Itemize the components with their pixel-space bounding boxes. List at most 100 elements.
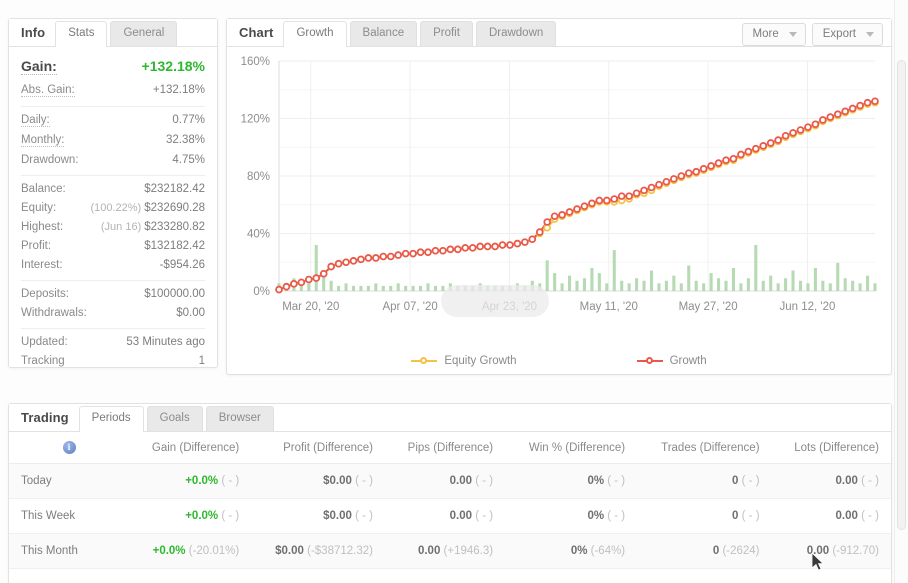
cell-difference: ( - ) <box>218 475 240 487</box>
info-label-highest: Highest: <box>21 221 64 233</box>
info-value-tracking: 1 <box>198 355 205 367</box>
svg-text:May 11, '20: May 11, '20 <box>580 301 638 313</box>
table-cell: 0.00 (-912.70) <box>771 533 891 569</box>
cell-value: 0.00 <box>835 510 858 522</box>
page-scrollbar-thumb[interactable] <box>897 60 906 530</box>
cell-difference: ( - ) <box>351 475 373 487</box>
table-cell: 0% (-64%) <box>505 533 638 569</box>
trading-panel: Trading Periods Goals Browser i Gain (Di… <box>8 403 892 583</box>
divider <box>21 280 205 281</box>
legend-swatch-equity-growth <box>411 356 438 366</box>
info-row-equity: Equity: (100.22%) $232690.28 <box>21 199 205 218</box>
svg-text:Apr 07, '20: Apr 07, '20 <box>382 301 437 313</box>
export-button-label: Export <box>822 28 856 40</box>
info-label-balance: Balance: <box>21 183 66 195</box>
trading-panel-title: Trading <box>21 410 69 425</box>
info-row-interest: Interest: -$954.26 <box>21 256 205 275</box>
svg-text:40%: 40% <box>247 229 270 241</box>
table-cell: +0.0% ( - ) <box>129 498 252 534</box>
col-lots[interactable]: Lots (Difference) <box>771 432 891 464</box>
export-button[interactable]: Export <box>811 23 883 46</box>
table-cell: 0% ( - ) <box>505 498 638 534</box>
tab-browser[interactable]: Browser <box>205 406 274 431</box>
table-cell-period: This Month <box>9 533 129 569</box>
table-cell: 0 ( - ) <box>637 463 772 499</box>
table-cell: $0.00 ( - ) <box>251 498 385 534</box>
info-label-abs-gain: Abs. Gain: <box>21 84 75 97</box>
info-value-balance: $232182.42 <box>144 183 205 195</box>
table-row[interactable]: Today +0.0% ( - ) $0.00 ( - ) 0.00 ( - ) 0% … <box>9 463 891 499</box>
growth-chart[interactable]: 0%40%80%120%160%Mar 20, '20Apr 07, '20Ap… <box>227 47 891 375</box>
info-value-daily: 0.77% <box>172 114 205 126</box>
cell-value: $0.00 <box>275 545 304 557</box>
cell-difference: ( - ) <box>738 475 760 487</box>
table-row[interactable]: This Week +0.0% ( - ) $0.00 ( - ) 0.00 ( - … <box>9 498 891 534</box>
col-profit[interactable]: Profit (Difference) <box>251 432 385 464</box>
col-trades[interactable]: Trades (Difference) <box>637 432 772 464</box>
info-row-deposits: Deposits: $100000.00 <box>21 285 205 304</box>
info-row-daily: Daily: 0.77% <box>21 111 205 131</box>
chevron-down-icon <box>866 32 874 37</box>
cell-difference: ( - ) <box>857 510 879 522</box>
chart-actions: More Export <box>741 23 883 46</box>
col-pips[interactable]: Pips (Difference) <box>384 432 506 464</box>
cell-value: 0% <box>570 545 588 557</box>
cell-difference: ( - ) <box>738 510 760 522</box>
more-button[interactable]: More <box>741 23 806 46</box>
cell-difference: ( - ) <box>351 510 373 522</box>
col-gain[interactable]: Gain (Difference) <box>129 432 252 464</box>
table-cell: 0.00 ( - ) <box>771 463 891 499</box>
table-cell: 0 (-2624) <box>637 533 772 569</box>
tab-balance[interactable]: Balance <box>349 21 418 46</box>
divider <box>21 328 205 329</box>
info-row-gain: Gain: +132.18% <box>21 53 205 81</box>
cell-value: $0.00 <box>323 510 352 522</box>
info-panel-title: Info <box>21 25 46 40</box>
trading-tabbar: Trading Periods Goals Browser <box>9 404 891 432</box>
svg-text:120%: 120% <box>241 114 270 126</box>
legend-item-growth[interactable]: Growth <box>636 355 707 367</box>
tab-general[interactable]: General <box>110 21 178 46</box>
divider <box>21 175 205 176</box>
col-win-pct[interactable]: Win % (Difference) <box>505 432 638 464</box>
tab-growth[interactable]: Growth <box>283 21 347 47</box>
info-value-drawdown: 4.75% <box>172 154 205 166</box>
info-label-gain: Gain: <box>21 58 57 75</box>
info-row-tracking: Tracking 1 <box>21 352 205 371</box>
cell-difference: ( - ) <box>857 475 879 487</box>
tab-periods[interactable]: Periods <box>78 406 144 432</box>
tab-drawdown[interactable]: Drawdown <box>475 21 557 46</box>
table-cell: $0.00 ( - ) <box>251 463 385 499</box>
cell-difference: ( - ) <box>472 475 494 487</box>
cell-value: +0.0% <box>152 545 186 557</box>
info-icon[interactable]: i <box>62 441 76 454</box>
cell-value: 0.00 <box>449 475 473 487</box>
svg-text:Mar 20, '20: Mar 20, '20 <box>282 301 339 313</box>
chevron-down-icon <box>788 32 797 37</box>
info-value-updated: 53 Minutes ago <box>126 336 205 348</box>
info-row-monthly: Monthly: 32.38% <box>21 131 205 151</box>
cell-difference: (-$38712.32) <box>303 545 373 557</box>
info-subvalue-highest: (Jun 16) <box>100 221 142 233</box>
table-row[interactable]: This Month +0.0% (-20.01%) $0.00 (-$38712.… <box>9 533 891 569</box>
info-value-equity: (100.22%) $232690.28 <box>90 202 205 214</box>
page-scrollbar-track[interactable] <box>894 0 908 583</box>
cell-difference: ( - ) <box>472 510 494 522</box>
info-row-profit: Profit: $132182.42 <box>21 237 205 256</box>
info-label-deposits: Deposits: <box>21 288 69 300</box>
info-row-withdrawals: Withdrawals: $0.00 <box>21 304 205 323</box>
cell-difference: ( - ) <box>218 510 240 522</box>
table-cell: 0 ( - ) <box>637 498 772 534</box>
tab-stats[interactable]: Stats <box>55 21 108 47</box>
cell-value: 0% <box>587 475 605 487</box>
info-row-drawdown: Drawdown: 4.75% <box>21 151 205 170</box>
info-value-withdrawals: $0.00 <box>176 307 205 319</box>
legend-swatch-growth <box>636 356 663 366</box>
tab-goals[interactable]: Goals <box>146 406 203 431</box>
cell-difference: (-2624) <box>719 545 760 557</box>
info-amount-equity: $232690.28 <box>144 202 205 214</box>
tab-profit[interactable]: Profit <box>420 21 473 46</box>
legend-item-equity-growth[interactable]: Equity Growth <box>411 355 517 367</box>
table-cell: 0.00 (+1946.3) <box>384 533 506 569</box>
svg-text:80%: 80% <box>247 171 270 183</box>
